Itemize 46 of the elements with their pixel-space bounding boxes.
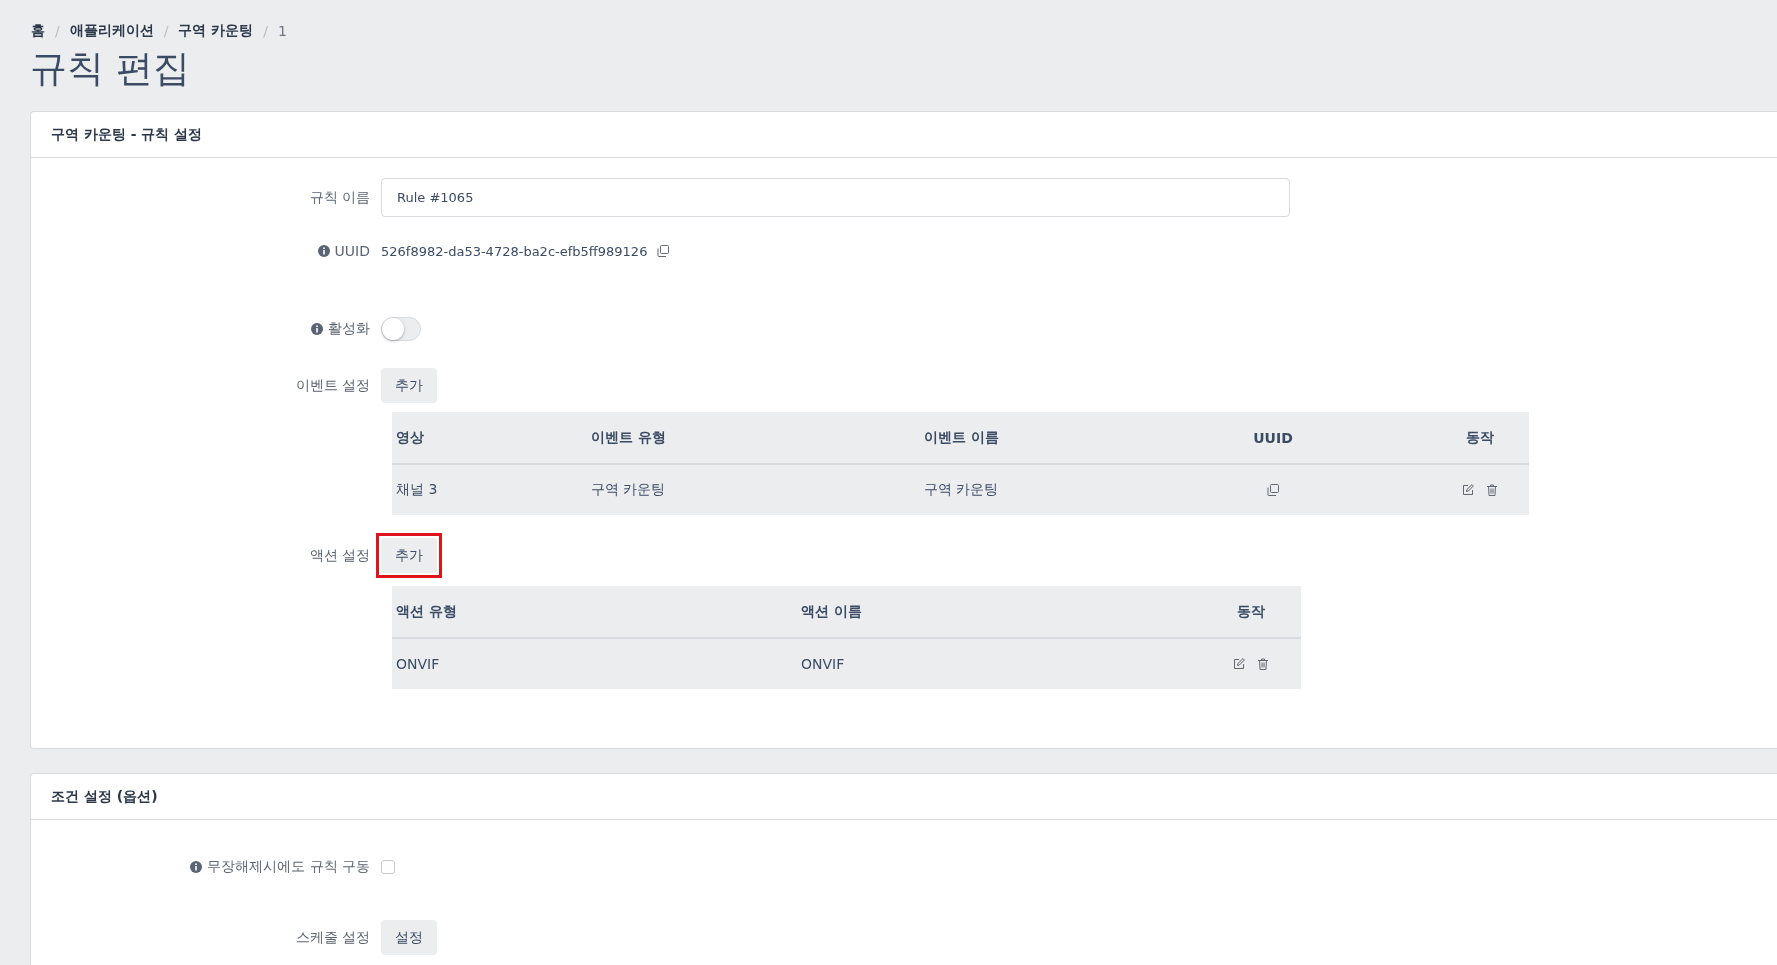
column-header: 영상 [395, 428, 425, 447]
card-title: 조건 설정 (옵션) [51, 787, 158, 806]
trash-icon[interactable] [1485, 484, 1498, 496]
table-cell-text: ONVIF [395, 656, 441, 672]
breadcrumb-link[interactable]: 구역 카운팅 [178, 22, 254, 40]
field-label: 활성화 [328, 320, 370, 338]
breadcrumb-separator: / [163, 23, 169, 39]
field-label: 스케줄 설정 [295, 928, 370, 947]
breadcrumb-separator: / [263, 23, 269, 39]
field-label: UUID [334, 243, 370, 259]
table-cell-text: 구역 카운팅 [923, 481, 1000, 499]
breadcrumb-link[interactable]: 애플리케이션 [69, 22, 154, 40]
column-header: 동작 [1236, 602, 1266, 621]
table-cell-text: 채널 3 [395, 481, 439, 499]
copy-icon[interactable] [657, 245, 670, 257]
settings-button[interactable]: 설정 [381, 920, 437, 955]
breadcrumb-separator: / [55, 23, 60, 39]
info-icon [190, 861, 203, 873]
table-cell-text: ONVIF [800, 656, 846, 672]
edit-icon[interactable] [1233, 658, 1245, 670]
field-label: 무장해제시에도 규칙 구동 [207, 858, 370, 876]
info-icon [317, 245, 330, 257]
column-header: UUID [1252, 429, 1294, 446]
column-header: 액션 이름 [800, 602, 863, 621]
copy-icon[interactable] [1267, 484, 1279, 496]
breadcrumb-current: 1 [278, 23, 287, 39]
edit-icon[interactable] [1461, 484, 1474, 496]
column-header: 이벤트 이름 [923, 428, 1000, 447]
breadcrumb-link[interactable]: 홈 [31, 22, 45, 40]
table-cell-text: 구역 카운팅 [590, 481, 667, 499]
column-header: 이벤트 유형 [590, 428, 667, 447]
uuid-value: 526f8982-da53-4728-ba2c-efb5ff989126 [381, 243, 648, 259]
add-button[interactable]: 추가 [381, 538, 437, 573]
add-button[interactable]: 추가 [381, 368, 437, 403]
rule-name-field[interactable]: Rule #1065 [381, 178, 1290, 217]
page-title: 규칙 편집 [30, 46, 191, 92]
enable-toggle[interactable] [381, 317, 421, 341]
column-header: 액션 유형 [395, 602, 458, 621]
field-label: 이벤트 설정 [295, 376, 370, 395]
card-title: 구역 카운팅 - 규칙 설정 [51, 125, 203, 144]
info-icon [311, 323, 323, 335]
field-label: 규칙 이름 [309, 188, 370, 207]
trash-icon[interactable] [1257, 658, 1269, 670]
checkbox[interactable] [381, 860, 395, 874]
column-header: 동작 [1464, 428, 1495, 447]
field-label: 액션 설정 [309, 546, 370, 565]
